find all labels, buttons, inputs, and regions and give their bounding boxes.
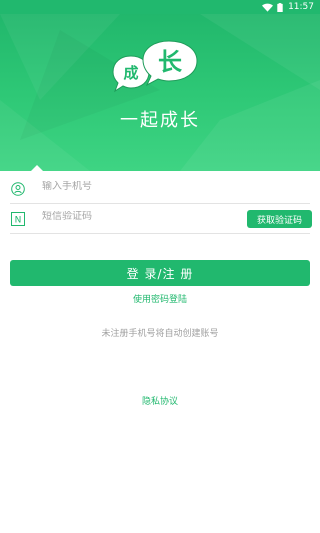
slogan: 一起成长 [120,110,200,131]
logo-char-small: 成 [123,64,138,82]
app-logo: 成 长 [112,40,198,93]
header-notch [31,165,43,171]
divider [10,233,310,234]
logo-char-large: 长 [158,48,183,76]
battery-icon [277,2,283,12]
status-bar: 11:57 [0,0,320,14]
privacy-policy-link[interactable]: 隐私协议 [0,394,320,407]
status-time: 11:57 [288,2,314,12]
user-icon [11,182,25,196]
auto-register-hint: 未注册手机号将自动创建账号 [101,329,219,339]
login-register-button[interactable]: 登 录/注 册 [10,260,310,286]
phone-input[interactable] [42,181,232,192]
get-code-button[interactable]: 获取验证码 [247,210,312,228]
sms-code-input[interactable] [42,211,232,222]
sms-code-icon-letter: N [15,216,22,226]
sms-code-icon: N [11,212,25,226]
wifi-icon [262,3,274,12]
phone-row [0,174,320,204]
password-login-link[interactable]: 使用密码登陆 [0,292,320,305]
header-banner: 成 长 一起成长 [0,0,320,171]
